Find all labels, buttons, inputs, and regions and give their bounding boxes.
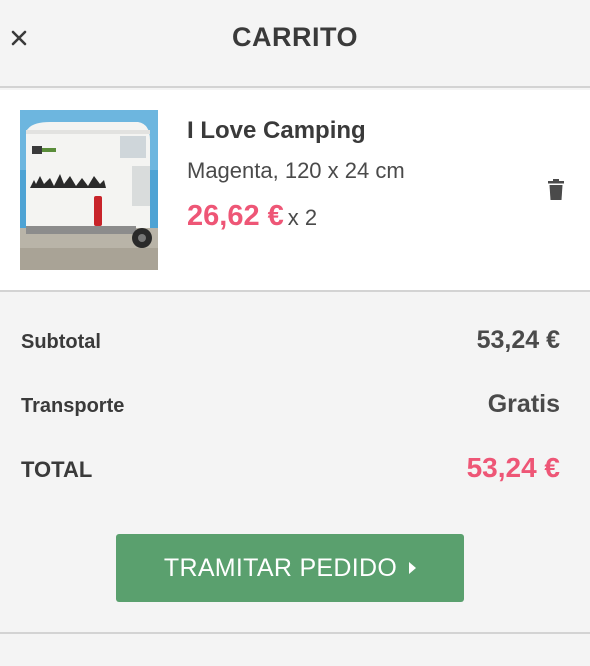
price-row: 26,62 € x 2 bbox=[187, 200, 317, 233]
product-variant: Magenta, 120 x 24 cm bbox=[187, 158, 405, 183]
subtotal-value: 53,24 € bbox=[476, 326, 560, 354]
trash-icon[interactable] bbox=[546, 178, 566, 202]
unit-price: 26,62 € bbox=[187, 200, 284, 232]
checkout-button[interactable]: TRAMITAR PEDIDO bbox=[116, 534, 464, 602]
total-value: 53,24 € bbox=[466, 452, 560, 483]
subtotal-label: Subtotal bbox=[21, 331, 101, 353]
checkout-label: TRAMITAR PEDIDO bbox=[163, 553, 398, 582]
quantity: x 2 bbox=[287, 205, 318, 230]
product-name[interactable]: I Love Camping bbox=[187, 117, 366, 145]
cart-header: CARRITO bbox=[0, 0, 590, 88]
shipping-label: Transporte bbox=[21, 395, 125, 417]
cart-item: I Love Camping Magenta, 120 x 24 cm 26,6… bbox=[0, 90, 590, 290]
footer-divider bbox=[0, 632, 590, 634]
item-divider bbox=[0, 290, 590, 292]
product-thumbnail[interactable] bbox=[20, 110, 158, 270]
cart-title: CARRITO bbox=[231, 22, 358, 52]
shipping-value: Gratis bbox=[487, 390, 560, 418]
caret-right-icon bbox=[409, 562, 417, 574]
total-label: TOTAL bbox=[21, 457, 93, 482]
